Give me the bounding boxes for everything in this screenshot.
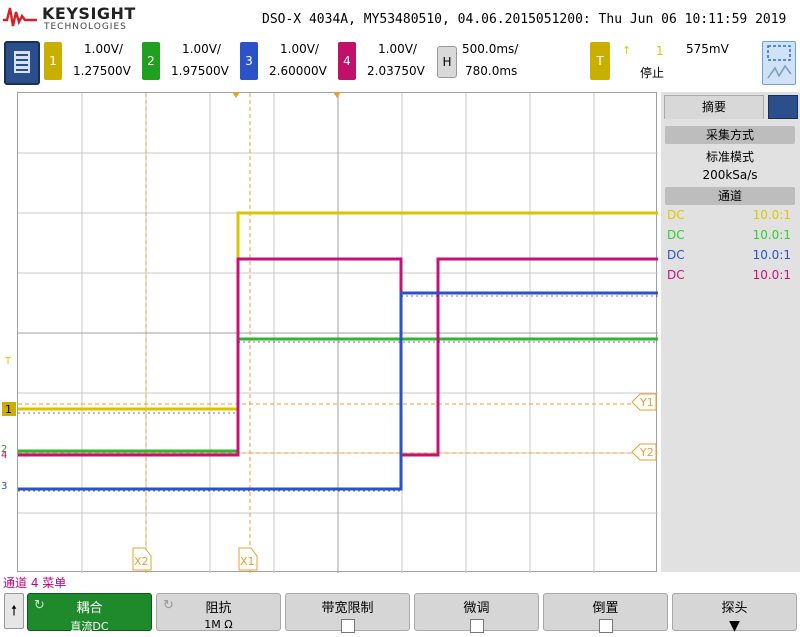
bw-limit-checkbox[interactable] (340, 619, 355, 633)
softkey-invert-label: 倒置 (592, 601, 619, 616)
back-button[interactable]: 🠕 (4, 593, 24, 629)
cursor-x2-label[interactable]: X2 (134, 555, 149, 568)
ch1-coupling: DC (667, 208, 685, 222)
panel-ch4-row: DC 10.0:1 (665, 268, 795, 286)
softkey-coupling[interactable]: ↻ 耦合 直流DC (27, 593, 152, 633)
softkey-probe-label: 探头 (721, 601, 748, 616)
cursor-y2-label[interactable]: Y2 (640, 446, 654, 459)
panel-ch3-row: DC 10.0:1 (665, 248, 795, 266)
rotate-icon: ↻ (34, 598, 45, 613)
cursor-y1-label[interactable]: Y1 (640, 396, 654, 409)
softkey-impedance-label: 阻抗 (205, 601, 232, 616)
panel-ch1-row: DC 10.0:1 (665, 208, 795, 226)
ch4-probe: 10.0:1 (752, 268, 791, 282)
softkey-invert[interactable]: 倒置 (543, 593, 668, 633)
softkey-probe[interactable]: 探头 ▼ (672, 593, 797, 634)
tab-second[interactable] (768, 95, 798, 119)
menu-title: 通道 4 菜单 (3, 576, 67, 590)
tab-summary[interactable]: 摘要 (664, 95, 764, 119)
ch2-coupling: DC (667, 228, 685, 242)
rotate-icon: ↻ (163, 598, 174, 613)
ch3-coupling: DC (667, 248, 685, 262)
ch1-ground-marker[interactable]: 1 (5, 403, 12, 416)
ch4-ground-marker[interactable]: 4 (1, 450, 7, 461)
softkey-bw-limit-label: 带宽限制 (321, 601, 374, 616)
trigger-level-marker: T (5, 356, 12, 367)
panel-ch2-row: DC 10.0:1 (665, 228, 795, 246)
softkey-fine[interactable]: 微调 (414, 593, 539, 633)
ch1-probe: 10.0:1 (752, 208, 791, 222)
invert-checkbox[interactable] (598, 619, 613, 633)
sample-rate: 200kSa/s (702, 168, 758, 182)
softkey-fine-label: 微调 (463, 601, 490, 616)
softkey-impedance[interactable]: ↻ 阻抗 1M Ω (156, 593, 281, 631)
softkey-coupling-label: 耦合 (76, 601, 103, 616)
cursor-x1-label[interactable]: X1 (240, 555, 255, 568)
softkey-bw-limit[interactable]: 带宽限制 (285, 593, 410, 633)
ch3-probe: 10.0:1 (752, 248, 791, 262)
channels-heading: 通道 (665, 187, 795, 205)
acquisition-heading: 采集方式 (665, 126, 795, 144)
acquisition-mode: 标准模式 (705, 150, 754, 164)
ch4-coupling: DC (667, 268, 685, 282)
softkey-impedance-value: 1M Ω (204, 618, 233, 631)
ch3-ground-marker[interactable]: 3 (1, 481, 7, 492)
fine-checkbox[interactable] (469, 619, 484, 633)
up-arrow-icon: 🠕 (10, 603, 17, 619)
ch2-probe: 10.0:1 (752, 228, 791, 242)
